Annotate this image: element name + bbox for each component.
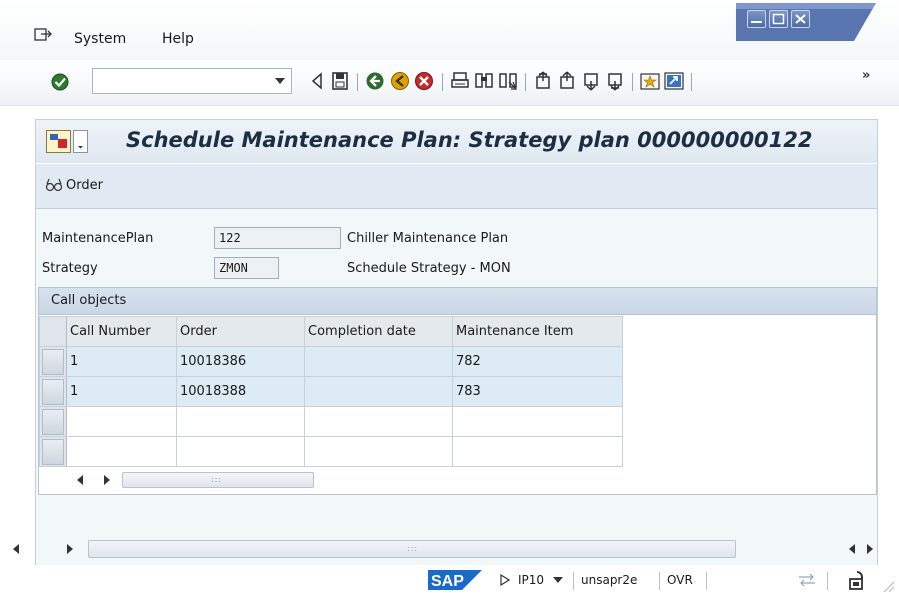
maintenance-plan-field[interactable] [214, 227, 341, 249]
window-controls [736, 3, 899, 41]
save-icon[interactable] [330, 71, 350, 91]
order-cell[interactable]: 10018388 [176, 376, 305, 407]
scroll-left-icon[interactable] [76, 475, 84, 485]
system-toolbar: » [0, 60, 899, 106]
scroll-thumb[interactable]: ::: [122, 472, 314, 488]
last-page-icon[interactable] [605, 71, 625, 91]
row-selector[interactable] [39, 406, 67, 437]
completion-date-cell[interactable] [304, 376, 453, 407]
shortcut-icon[interactable] [664, 71, 684, 91]
strategy-field[interactable] [214, 257, 279, 279]
scroll-right-icon[interactable] [103, 475, 111, 485]
maintenance-item-cell[interactable]: 783 [452, 376, 623, 407]
first-page-icon[interactable] [533, 71, 553, 91]
order-cell[interactable]: 10018386 [176, 346, 305, 377]
column-header-call-number[interactable]: Call Number [66, 316, 177, 347]
create-session-icon[interactable] [640, 71, 660, 91]
dropdown-icon[interactable] [553, 577, 563, 584]
call-objects-caption: Call objects [39, 288, 876, 315]
screen-menu-button[interactable] [46, 130, 96, 154]
call-number-cell[interactable]: 1 [66, 376, 177, 407]
main-horizontal-scrollbar[interactable]: ::: [0, 538, 899, 560]
cancel-icon[interactable] [414, 71, 434, 91]
enter-check-icon[interactable] [50, 72, 70, 92]
scroll-thumb[interactable]: ::: [88, 540, 736, 558]
system-id: IP10 [518, 573, 545, 587]
table-row[interactable]: 1 10018386 782 [39, 346, 623, 377]
menu-bar: System Help [0, 0, 899, 60]
column-header-completion-date[interactable]: Completion date [304, 316, 453, 347]
row-selector[interactable] [39, 436, 67, 467]
maintenance-item-cell[interactable]: 782 [452, 346, 623, 377]
order-button[interactable]: Order [66, 178, 103, 193]
sap-logo: SAP [428, 570, 482, 590]
row-selector[interactable] [39, 376, 67, 407]
glasses-icon [45, 178, 63, 192]
command-field[interactable] [92, 68, 292, 94]
call-number-cell[interactable]: 1 [66, 346, 177, 377]
call-objects-table: Call Number Order Completion date Mainte… [39, 316, 623, 467]
minimize-button[interactable] [747, 10, 766, 28]
column-header-order[interactable]: Order [176, 316, 305, 347]
select-all-cell[interactable] [39, 316, 67, 347]
exit-icon[interactable] [390, 71, 410, 91]
exit-menu-icon[interactable] [34, 28, 52, 42]
sync-icon[interactable] [798, 573, 816, 587]
input-mode[interactable]: OVR [667, 573, 693, 587]
back-icon[interactable] [365, 71, 385, 91]
strategy-description: Schedule Strategy - MON [347, 261, 511, 276]
scroll-right-icon[interactable] [866, 544, 874, 554]
find-next-icon[interactable] [498, 71, 518, 91]
table-row-empty[interactable] [39, 436, 623, 467]
play-icon[interactable] [500, 574, 510, 586]
close-button[interactable] [791, 10, 810, 28]
maintenance-plan-description: Chiller Maintenance Plan [347, 231, 509, 246]
lock-icon[interactable] [848, 569, 866, 591]
previous-page-icon[interactable] [557, 71, 577, 91]
table-row[interactable]: 1 10018388 783 [39, 376, 623, 407]
print-icon[interactable] [450, 71, 470, 91]
title-bar: Schedule Maintenance Plan: Strategy plan… [35, 119, 878, 163]
call-objects-title: Call objects [51, 293, 127, 308]
scroll-left-icon[interactable] [848, 544, 856, 554]
server-name: unsapr2e [581, 573, 638, 587]
scroll-right-icon[interactable] [66, 544, 74, 554]
chevron-down-icon[interactable] [275, 78, 285, 84]
strategy-label: Strategy [42, 261, 98, 276]
completion-date-cell[interactable] [304, 346, 453, 377]
status-bar: SAP IP10 unsapr2e OVR [0, 565, 899, 595]
page-title: Schedule Maintenance Plan: Strategy plan… [126, 128, 813, 152]
application-toolbar: Order [35, 163, 878, 209]
maximize-button[interactable] [769, 10, 788, 28]
table-row-empty[interactable] [39, 406, 623, 437]
find-icon[interactable] [474, 71, 494, 91]
row-selector[interactable] [39, 346, 67, 377]
table-horizontal-scrollbar[interactable]: ::: [36, 470, 316, 490]
menu-system[interactable]: System [74, 31, 126, 47]
resize-grip-icon[interactable] [881, 579, 895, 593]
column-header-maintenance-item[interactable]: Maintenance Item [452, 316, 623, 347]
scroll-left-icon[interactable] [12, 544, 20, 554]
more-toolbar-icon[interactable]: » [862, 68, 870, 83]
next-page-icon[interactable] [581, 71, 601, 91]
menu-help[interactable]: Help [162, 31, 194, 47]
call-objects-group: Call objects Call Number Order Completio… [38, 287, 877, 495]
back-arrow-icon[interactable] [308, 71, 328, 91]
maintenance-plan-label: MaintenancePlan [42, 231, 154, 246]
content-area: MaintenancePlan Chiller Maintenance Plan… [35, 209, 878, 566]
svg-text:SAP: SAP [431, 573, 464, 590]
